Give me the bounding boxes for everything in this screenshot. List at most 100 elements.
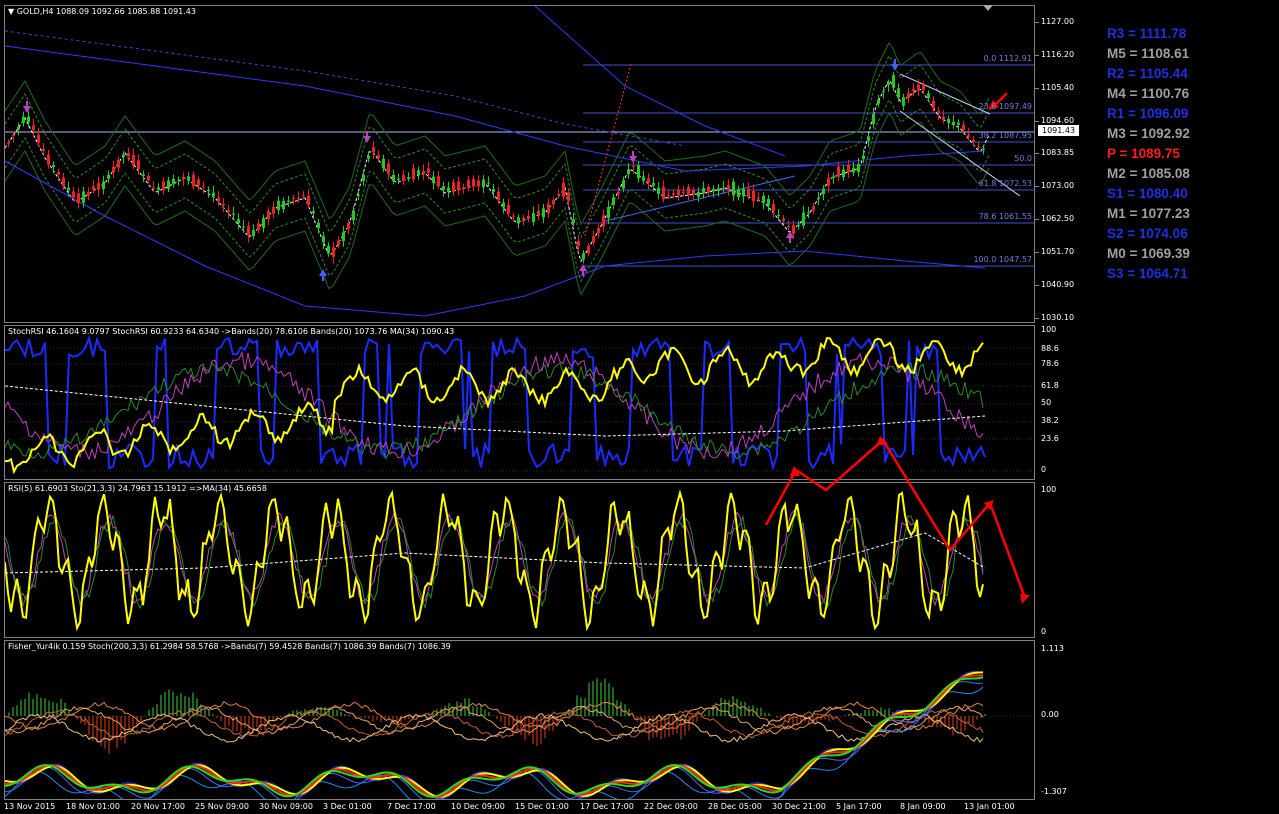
stochrsi-tick-label: 23.6 [1041,434,1059,443]
price-tick-mark [1035,88,1039,89]
candle-body [657,187,660,194]
candle-body [152,187,155,189]
price-chart-pane[interactable]: ▼ GOLD,H4 1088.09 1092.66 1085.88 1091.4… [4,5,1035,323]
candle-body [547,203,550,214]
candle-body [392,174,395,182]
candle-body [892,75,895,88]
candle-body [817,198,820,200]
candle-body [862,155,865,159]
candle-body [497,191,500,201]
fisher-tick-label: 1.113 [1041,644,1064,653]
candle-body [747,188,750,196]
candle-body [887,82,890,86]
time-axis-label: 30 Nov 09:00 [259,802,313,811]
stochrsi-pane[interactable]: StochRSI 46.1604 9.0797 StochRSI 60.9233… [4,325,1035,480]
candle-body [837,167,840,177]
candle-body [502,202,505,208]
rsi-pane[interactable]: RSI(5) 61.6903 Sto(21,3,3) 24.7963 15.19… [4,482,1035,638]
candle-body [662,187,665,199]
candle-body [347,223,350,229]
candle-body [102,181,105,189]
stoch-band-line [5,681,984,799]
candle-body [37,134,40,143]
candle-body [212,192,215,197]
candle-body [97,183,100,190]
candle-body [57,171,60,175]
candle-body [787,225,790,227]
candle-body [222,203,225,206]
candle-body [972,139,975,142]
price-tick-label: 1116.20 [1041,50,1075,59]
candle-body [962,124,965,130]
candle-body [762,195,765,204]
candle-body [52,165,55,168]
pivot-label: P = 1089.75 [1107,146,1180,161]
candle-body [717,188,720,191]
candle-body [237,219,240,224]
candle-body [482,179,485,188]
candle-body [937,111,940,114]
price-tick-label: 1083.85 [1041,148,1075,157]
candle-body [427,168,430,173]
price-tick-mark [1035,121,1039,122]
fractal-arrow-icon [319,269,327,276]
candle-body [577,240,580,247]
candle-body [82,191,85,203]
price-tick-label: 1105.40 [1041,83,1075,92]
candle-body [487,182,490,184]
fisher-canvas [5,671,1034,799]
candle-body [647,178,650,184]
candle-body [722,187,725,189]
candle-body [772,204,775,212]
candle-body [687,187,690,195]
candle-body [252,230,255,236]
candle-body [842,169,845,178]
candle-body [567,192,570,201]
candle-body [172,178,175,185]
candle-body [112,166,115,173]
candle-body [157,187,160,190]
candle-body [452,182,455,192]
candle-body [242,226,245,228]
candle-body [67,187,70,191]
candle-body [462,187,465,190]
fisher-pane[interactable]: Fisher_Yur4ik 0.159 Stoch(200,3,3) 61.29… [4,640,1035,800]
candle-body [897,88,900,98]
candle-body [587,245,590,254]
candle-body [727,185,730,190]
candle-body [537,210,540,215]
price-tick-label: 1030.10 [1041,313,1075,322]
candle-body [807,212,810,214]
candle-body [77,193,80,203]
candle-body [607,207,610,219]
candle-body [967,134,970,138]
candle-body [262,217,265,229]
price-tick-mark [1035,252,1039,253]
candle-body [92,186,95,191]
candle-body [742,188,745,197]
price-tick-mark [1035,22,1039,23]
scroll-marker-icon[interactable] [983,5,993,11]
candle-body [47,154,50,165]
candle-body [917,84,920,91]
candle-body [732,181,735,196]
candle-body [952,121,955,125]
candle-body [957,122,960,125]
candle-body [202,186,205,188]
candle-body [477,180,480,187]
band-outer-lower [5,112,990,296]
candle-body [442,186,445,190]
candle-body [977,146,980,149]
pivot-label: M2 = 1085.08 [1107,166,1190,181]
time-axis-label: 13 Jan 01:00 [964,802,1015,811]
fib-level-label: 38.2 1087.95 [978,131,1032,140]
pivot-label: R3 = 1111.78 [1107,26,1187,41]
candle-body [277,200,280,210]
time-axis-label: 8 Jan 09:00 [900,802,946,811]
candle-body [942,116,945,121]
candle-body [737,189,740,198]
time-axis-label: 5 Jan 17:00 [836,802,882,811]
candle-body [352,210,355,220]
price-tick-label: 1127.00 [1041,17,1075,26]
candle-body [602,215,605,227]
